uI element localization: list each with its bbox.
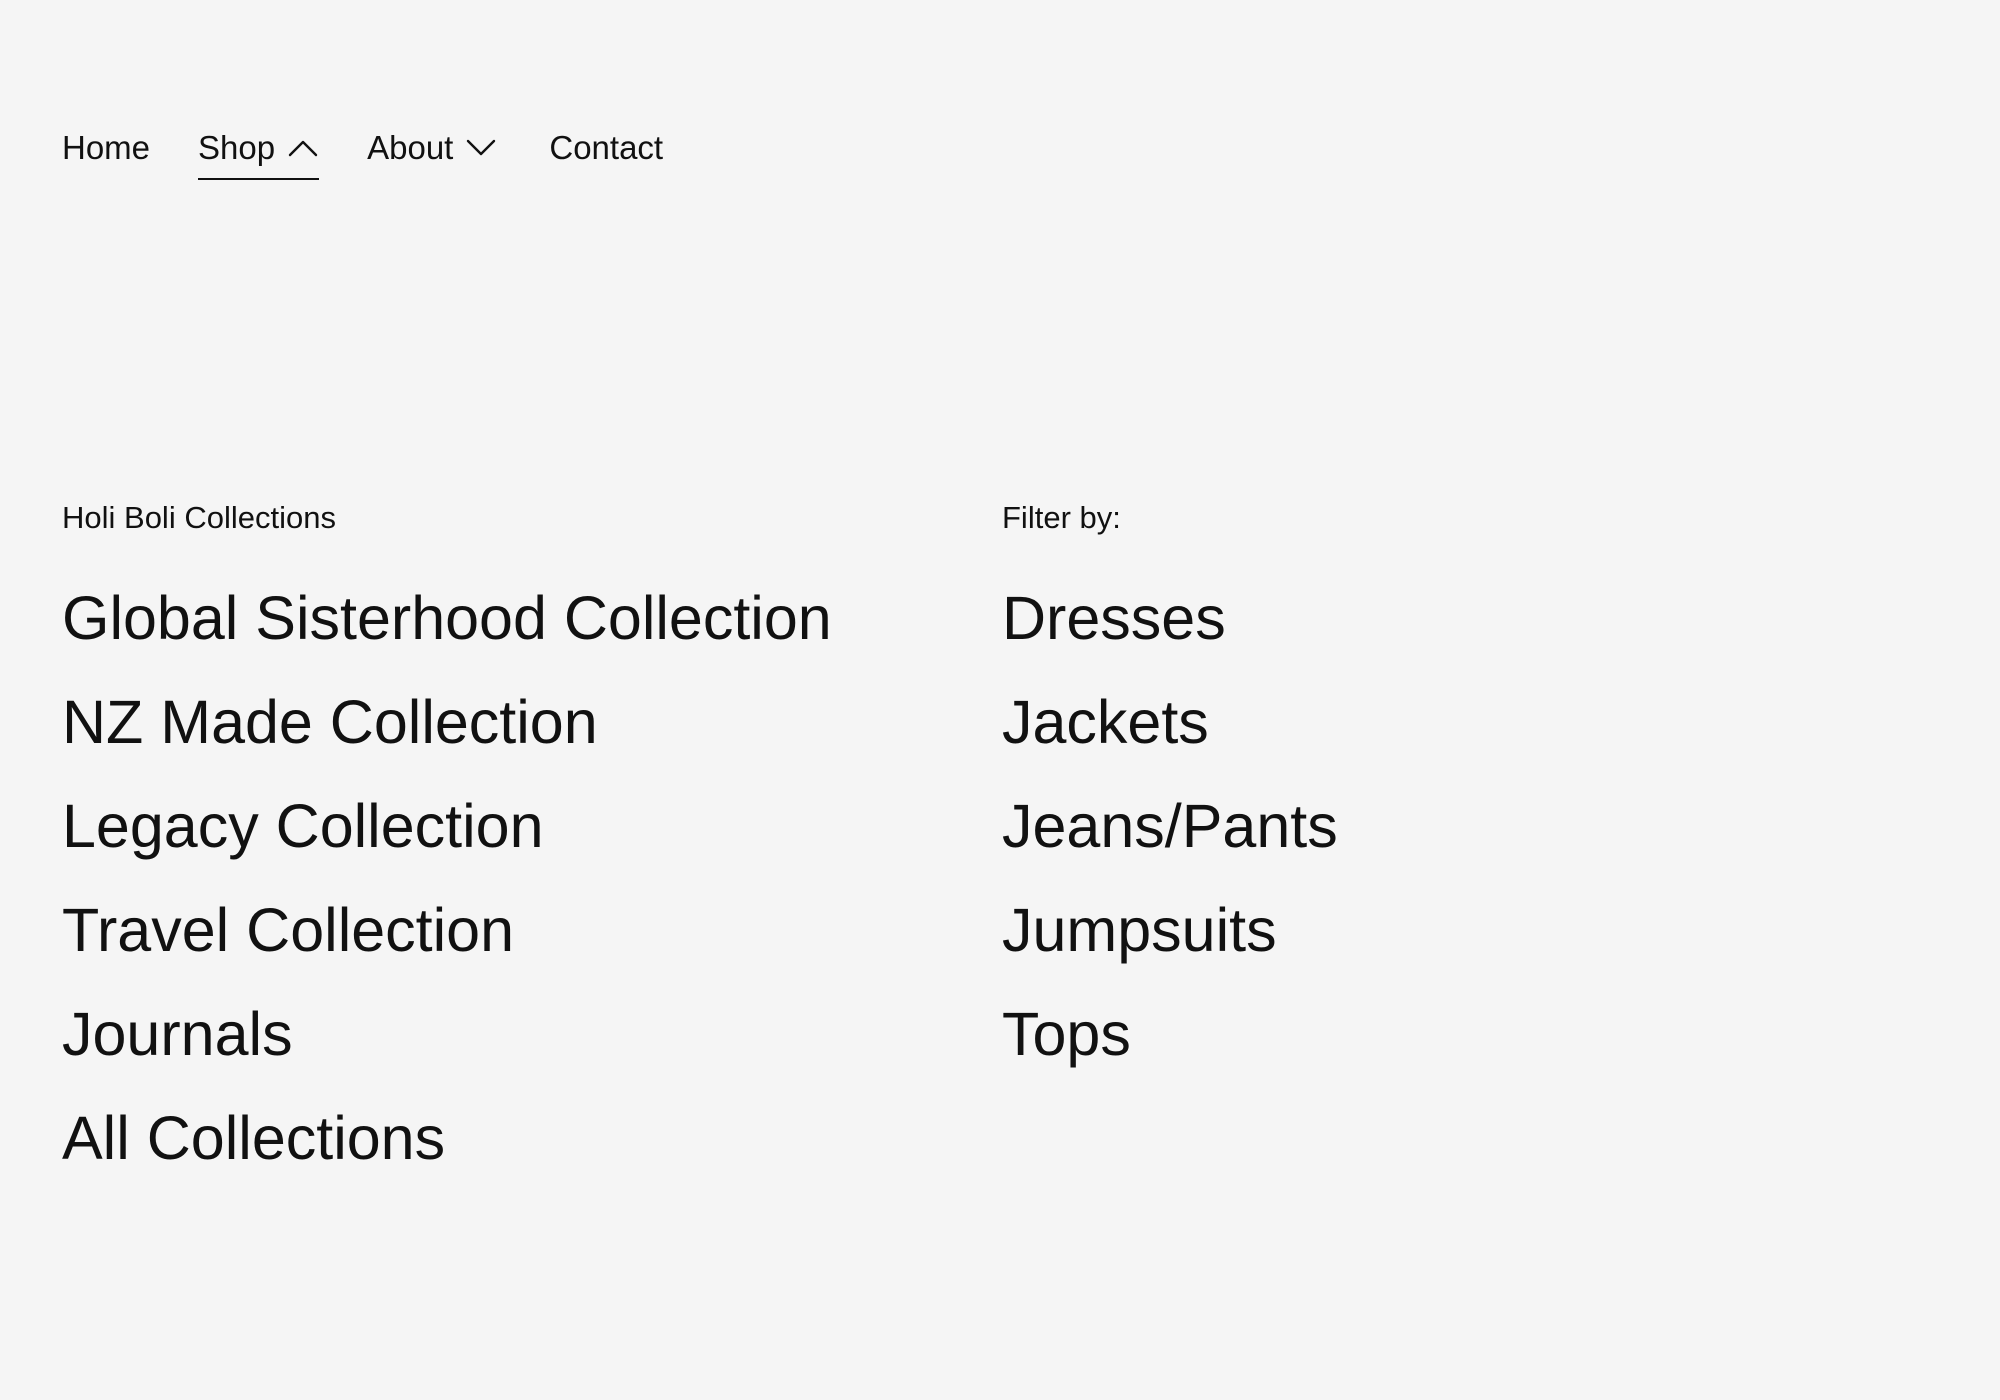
filter-list: Dresses Jackets Jeans/Pants Jumpsuits To… [1002,566,1882,1086]
collection-link-all[interactable]: All Collections [62,1086,942,1190]
filter-column: Filter by: Dresses Jackets Jeans/Pants J… [1002,496,1882,1086]
chevron-up-icon [287,138,319,158]
collection-link-travel[interactable]: Travel Collection [62,878,942,982]
nav-contact-label: Contact [549,129,664,166]
collection-link-nz-made[interactable]: NZ Made Collection [62,670,942,774]
collection-link-legacy[interactable]: Legacy Collection [62,774,942,878]
nav-shop-label: Shop [198,129,276,166]
filter-link-dresses[interactable]: Dresses [1002,566,1882,670]
nav-home-link[interactable]: Home [62,118,150,178]
nav-about-link[interactable]: About [367,118,497,178]
chevron-down-icon [465,138,497,158]
collection-link-global-sisterhood[interactable]: Global Sisterhood Collection [62,566,942,670]
nav-contact-link[interactable]: Contact [549,118,663,178]
nav-about-label: About [367,129,454,166]
nav-shop-link[interactable]: Shop [198,118,320,180]
collections-column: Holi Boli Collections Global Sisterhood … [62,496,942,1190]
collections-list: Global Sisterhood Collection NZ Made Col… [62,566,942,1190]
filter-link-jackets[interactable]: Jackets [1002,670,1882,774]
collections-heading: Holi Boli Collections [62,500,336,535]
filter-link-jumpsuits[interactable]: Jumpsuits [1002,878,1882,982]
collection-link-journals[interactable]: Journals [62,982,942,1086]
nav-home-label: Home [62,129,151,166]
main-navigation: Home Shop About Contact [62,118,663,180]
filter-link-jeans-pants[interactable]: Jeans/Pants [1002,774,1882,878]
filter-link-tops[interactable]: Tops [1002,982,1882,1086]
filter-heading: Filter by: [1002,500,1121,535]
